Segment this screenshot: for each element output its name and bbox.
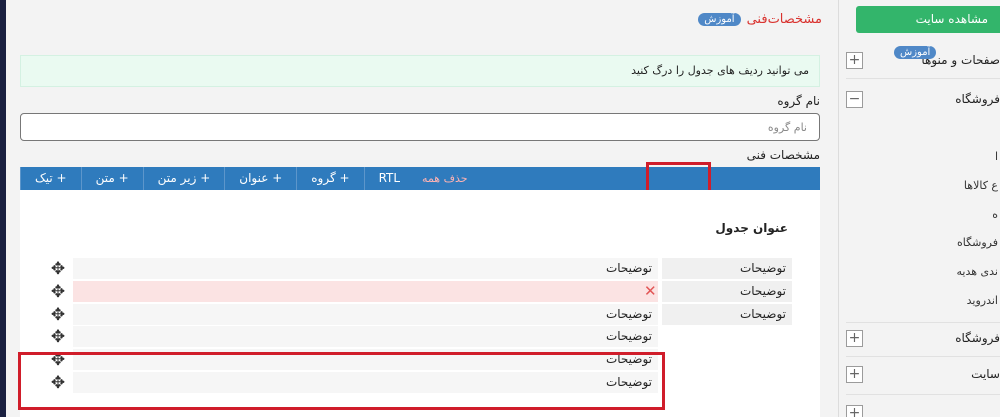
sidebar-item-label: فروشگاه: [955, 331, 1000, 345]
row-key[interactable]: توضیحات: [662, 304, 792, 325]
plus-icon[interactable]: +: [846, 329, 863, 347]
drag-notice: می توانید ردیف های جدول را درگ کنید: [20, 55, 820, 87]
table-row[interactable]: ✥ توضیحات: [48, 326, 658, 347]
table-row[interactable]: ✥ توضیحات توضیحات: [48, 258, 792, 279]
sidebar-separator: [846, 394, 1000, 395]
add-group-button[interactable]: + گروه: [296, 167, 363, 190]
move-icon[interactable]: ✥: [48, 259, 68, 279]
plus-icon[interactable]: +: [846, 365, 863, 383]
move-icon[interactable]: ✥: [48, 327, 68, 347]
tutorial-badge[interactable]: آموزش: [894, 46, 937, 59]
sidebar-subitem[interactable]: ندی هدیه: [957, 265, 998, 278]
sidebar-subitem[interactable]: فروشگاه: [957, 236, 998, 249]
specs-label: مشخصات فنی: [746, 148, 820, 162]
sidebar-subitem[interactable]: ا: [995, 150, 998, 163]
sidebar-separator: [846, 78, 1000, 79]
sidebar-item-label: فروشگاه: [955, 92, 1000, 106]
add-checkmark-button[interactable]: + تیک: [20, 167, 81, 190]
add-subtext-button[interactable]: + زیر متن: [142, 167, 225, 190]
move-icon[interactable]: ✥: [48, 282, 68, 302]
move-icon[interactable]: ✥: [48, 305, 68, 325]
group-name-label: نام گروه: [777, 94, 820, 108]
delete-all-button[interactable]: حذف همه: [414, 172, 468, 185]
table-row[interactable]: ✥ ✕ توضیحات: [48, 281, 792, 302]
highlight-subtext-rows: [18, 352, 665, 410]
row-value[interactable]: [73, 281, 658, 302]
row-key[interactable]: توضیحات: [662, 281, 792, 302]
plus-icon[interactable]: +: [846, 404, 863, 417]
remove-row-icon[interactable]: ✕: [644, 281, 657, 302]
rtl-toggle-button[interactable]: RTL: [363, 167, 414, 190]
add-heading-button[interactable]: + عنوان: [224, 167, 296, 190]
table-title: عنوان جدول: [715, 221, 788, 235]
sidebar-subitem[interactable]: ع کالاها: [964, 179, 998, 192]
sidebar-item-more[interactable]: +: [846, 398, 1000, 417]
table-row[interactable]: ✥ توضیحات توضیحات: [48, 304, 792, 325]
sidebar-separator: [846, 356, 1000, 357]
minus-icon[interactable]: −: [846, 90, 863, 108]
row-value[interactable]: توضیحات: [73, 326, 658, 347]
tutorial-badge[interactable]: آموزش: [698, 13, 741, 26]
left-edge-bar: [0, 0, 6, 417]
group-name-input[interactable]: [20, 113, 820, 141]
sidebar-item-site[interactable]: + سایت: [846, 359, 1000, 389]
sidebar-item-shop-2[interactable]: + فروشگاه: [846, 323, 1000, 353]
sidebar-subitem[interactable]: ه: [992, 208, 998, 221]
sidebar-item-label: سایت: [971, 367, 1000, 381]
row-value[interactable]: توضیحات: [73, 258, 658, 279]
sidebar-divider: [838, 0, 839, 417]
row-key[interactable]: توضیحات: [662, 258, 792, 279]
sidebar-subitem[interactable]: اندروید: [967, 294, 998, 307]
row-value[interactable]: توضیحات: [73, 304, 658, 325]
plus-icon[interactable]: +: [846, 51, 863, 69]
sidebar-item-shop[interactable]: − فروشگاه: [846, 84, 1000, 114]
page-title: مشخصات‌فنی: [746, 12, 822, 27]
add-text-button[interactable]: + متن: [80, 167, 143, 190]
page-header: مشخصات‌فنی آموزش: [698, 12, 822, 27]
view-site-button[interactable]: مشاهده سایت: [856, 6, 1000, 33]
